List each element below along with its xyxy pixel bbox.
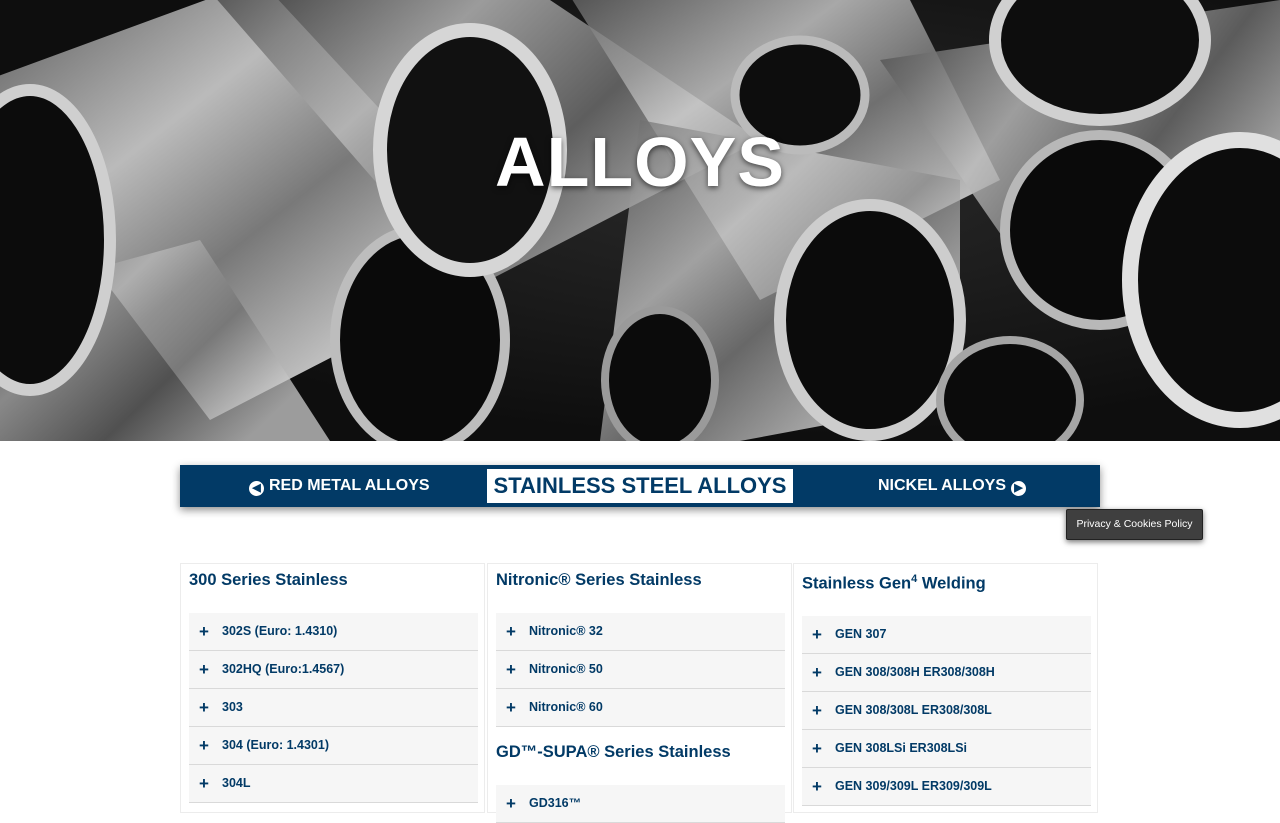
item-label: 303 (222, 700, 243, 714)
plus-icon: + (199, 622, 209, 641)
plus-icon: + (506, 698, 516, 717)
accordion-item[interactable]: + GEN 308/308L ER308/308L (802, 692, 1091, 730)
item-label: 302S (Euro: 1.4310) (222, 624, 338, 638)
column-title-suffix: Welding (917, 574, 986, 593)
arrow-circle-left-icon: ◀ (249, 481, 264, 496)
accordion-item[interactable]: + GD316™ (496, 785, 785, 823)
accordion-item[interactable]: +302S (Euro: 1.4310) (189, 613, 478, 651)
prev-category-link[interactable]: ◀ RED METAL ALLOYS (249, 465, 430, 507)
item-label: 304 (Euro: 1.4301) (222, 738, 329, 752)
plus-icon: + (812, 739, 822, 758)
column-title: Nitronic® Series Stainless (496, 571, 702, 589)
plus-icon: + (812, 663, 822, 682)
accordion-item[interactable]: + GEN 307 (802, 616, 1091, 654)
accordion-item[interactable]: + GEN 308/308H ER308/308H (802, 654, 1091, 692)
accordion-item[interactable]: +304 (Euro: 1.4301) (189, 727, 478, 765)
accordion-item[interactable]: +302HQ (Euro:1.4567) (189, 651, 478, 689)
accordion-item[interactable]: + GEN 309/309L ER309/309L (802, 768, 1091, 806)
current-category: STAINLESS STEEL ALLOYS (487, 469, 793, 503)
plus-icon: + (812, 625, 822, 644)
column-title: 300 Series Stainless (189, 571, 348, 589)
item-label: 304L (222, 776, 251, 790)
accordion-item[interactable]: + Nitronic® 50 (496, 651, 785, 689)
plus-icon: + (199, 660, 209, 679)
alloy-list: + GEN 307 + GEN 308/308H ER308/308H + GEN 3… (802, 616, 1091, 806)
alloy-list: + Nitronic® 32 + Nitronic® 50 + Nitronic® 6… (496, 613, 785, 727)
item-label: Nitronic® 50 (529, 662, 603, 676)
next-category-link[interactable]: NICKEL ALLOYS ▶ (878, 465, 1027, 507)
accordion-item[interactable]: +303 (189, 689, 478, 727)
accordion-item[interactable]: + GEN 308LSi ER308LSi (802, 730, 1091, 768)
item-label: GEN 308LSi ER308LSi (835, 741, 968, 755)
plus-icon: + (506, 622, 516, 641)
item-label: Nitronic® 60 (529, 700, 603, 714)
item-label: GEN 308/308L ER308/308L (835, 703, 992, 717)
series-column-nitronic: Nitronic® Series Stainless + Nitronic® 32… (487, 563, 792, 823)
item-label: GD316™ (529, 796, 582, 810)
page-title: ALLOYS (495, 123, 785, 201)
hero-banner: ALLOYS (0, 0, 1280, 441)
alloy-list: +302S (Euro: 1.4310) +302HQ (Euro:1.4567… (189, 613, 478, 803)
plus-icon: + (199, 736, 209, 755)
column-subtitle: GD™-SUPA® Series Stainless (496, 743, 731, 761)
prev-category-label: RED METAL ALLOYS (269, 477, 430, 494)
column-title-prefix: Stainless Gen (802, 574, 912, 593)
column-title: Stainless Gen4 Welding (802, 573, 1097, 600)
plus-icon: + (506, 794, 516, 813)
item-label: Nitronic® 32 (529, 624, 603, 638)
accordion-item[interactable]: + Nitronic® 32 (496, 613, 785, 651)
next-category-label: NICKEL ALLOYS (878, 477, 1007, 494)
accordion-item[interactable]: +304L (189, 765, 478, 803)
series-column-300: 300 Series Stainless +302S (Euro: 1.4310… (180, 563, 485, 813)
plus-icon: + (199, 774, 209, 793)
plus-icon: + (506, 660, 516, 679)
alloy-category-nav: ◀ RED METAL ALLOYS STAINLESS STEEL ALLOYS… (180, 465, 1100, 507)
steel-pipes-image (0, 0, 1280, 441)
plus-icon: + (812, 701, 822, 720)
item-label: GEN 308/308H ER308/308H (835, 665, 995, 679)
arrow-circle-right-icon: ▶ (1011, 481, 1027, 496)
item-label: GEN 307 (835, 627, 887, 641)
item-label: GEN 309/309L ER309/309L (835, 779, 992, 793)
accordion-item[interactable]: + Nitronic® 60 (496, 689, 785, 727)
alloy-list: + GD316™ (496, 785, 785, 823)
plus-icon: + (199, 698, 209, 717)
plus-icon: + (812, 777, 822, 796)
privacy-cookies-button[interactable]: Privacy & Cookies Policy (1066, 509, 1203, 540)
item-label: 302HQ (Euro:1.4567) (222, 662, 345, 676)
series-column-gen4: Stainless Gen4 Welding + GEN 307 + GEN 308… (793, 563, 1098, 813)
